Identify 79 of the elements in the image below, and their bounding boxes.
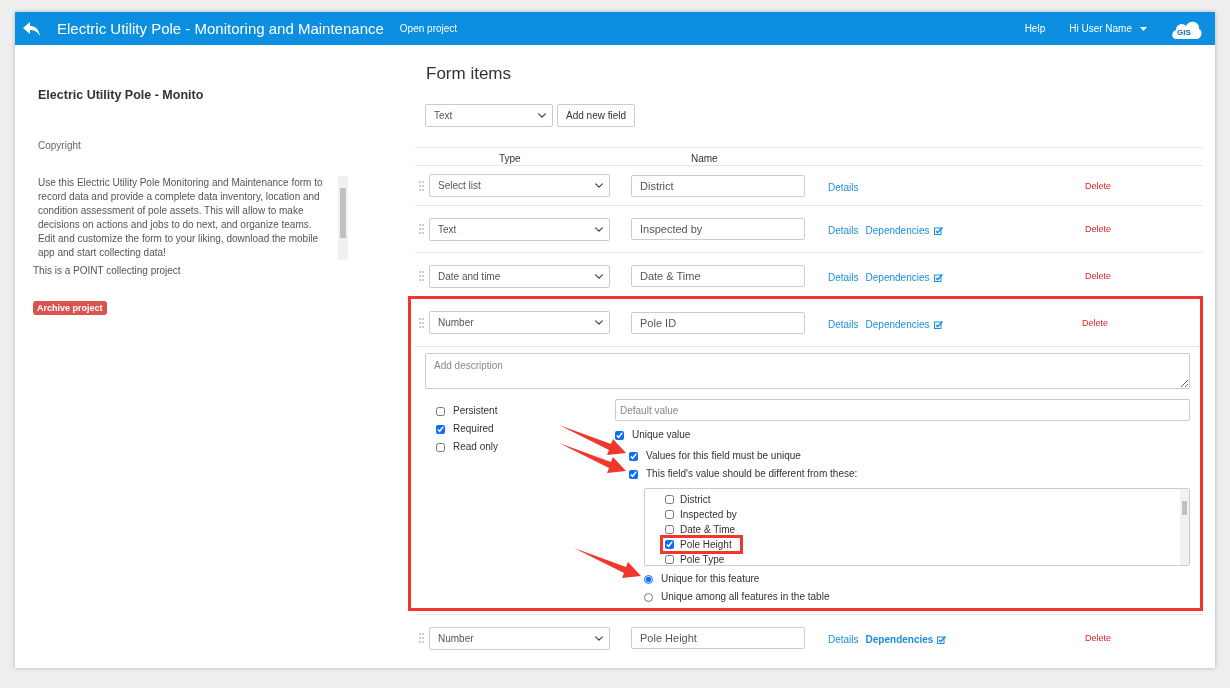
drag-handle[interactable] [419,271,424,281]
field-type-select[interactable]: Select list [429,174,610,197]
column-header: Type [499,153,522,165]
checkbox-label: Pole Height [680,538,732,551]
default-value-input[interactable]: Default value [615,399,1190,421]
checkbox-icon [933,227,943,235]
details-link[interactable]: Details [828,225,859,237]
column-header: Name [691,153,718,165]
section-title: Form items [426,64,512,84]
drag-handle[interactable] [419,317,424,328]
back-icon[interactable] [23,20,41,37]
dependencies-link[interactable]: Dependencies [865,225,943,237]
details-link[interactable]: Details [828,181,859,194]
checkbox[interactable] [615,430,624,440]
project-title: Electric Utility Pole - Monitoring and Maintenance [57,19,384,38]
field-name-input[interactable]: Inspected by [631,218,805,240]
radio-button[interactable] [644,574,653,584]
checkbox[interactable] [436,406,445,416]
radio-label: Unique for this feature [661,573,760,585]
field-type-select[interactable]: Number [429,626,610,650]
scrollbar[interactable] [338,176,348,260]
radio-label: Unique among all features in the table [661,591,830,603]
description-text: Use this Electric Utility Pole Monitoring and Maintenance form to record data and provide a complete data inventory, location and condition assessment of pole assets. This will allow to make decisions on actions and jobs to do next, and organize teams. Edit and customize the form to your liking, download the mobile app and start collecting data! [38,177,323,258]
checkbox-label: Pole Type [680,553,725,565]
field-name-input[interactable]: Date & Time [631,265,805,287]
checkbox[interactable] [665,495,674,504]
checkbox[interactable] [665,540,674,549]
delete-link[interactable]: Delete [1082,316,1108,329]
checkbox[interactable] [665,555,674,564]
field-type-select[interactable]: Date and time [429,264,610,288]
copyright-label: Copyright [38,140,82,152]
dependencies-link[interactable]: Dependencies [865,318,943,331]
scrollbar[interactable] [1180,489,1189,565]
caret-icon [1140,26,1147,31]
details-link[interactable]: Details [828,634,859,646]
checkbox-label: Inspected by [680,508,737,521]
field-type-select[interactable]: Text [429,217,610,241]
checkbox-label: Unique value [632,429,691,441]
archive-button[interactable]: Archive project [33,301,107,315]
help-link[interactable]: Help [1024,22,1046,35]
drag-handle[interactable] [419,633,424,643]
details-link[interactable]: Details [828,272,859,284]
radio-button[interactable] [644,592,653,602]
checkbox-icon [933,320,943,329]
checkbox-label: This field's value should be different from these: [646,468,858,480]
field-name-input[interactable]: Pole ID [631,311,805,334]
field-type-select[interactable]: Number [429,311,610,334]
checkbox-label: Values for this field must be unique [646,450,801,462]
open-project-link[interactable]: Open project [399,22,458,35]
checkbox-label: Required [453,423,494,435]
checkbox-label: Date & Time [680,523,736,536]
drag-handle[interactable] [419,224,424,234]
field-type-select[interactable]: Text [425,104,553,127]
checkbox[interactable] [629,451,638,461]
checkbox-label: Read only [453,441,499,453]
field-name-input[interactable]: District [631,174,805,197]
user-menu[interactable]: Hi User Name [1069,22,1147,35]
checkbox[interactable] [436,424,445,434]
dependencies-link[interactable]: Dependencies [865,272,943,284]
checkbox[interactable] [436,442,445,452]
delete-link[interactable]: Delete [1085,223,1111,235]
dependencies-link[interactable]: Dependencies [865,634,947,646]
checkbox[interactable] [665,525,674,534]
description-textarea[interactable]: Add description [425,353,1190,389]
checkbox[interactable] [665,510,674,519]
checkbox[interactable] [629,469,638,479]
checkbox-label: District [680,493,711,506]
project-name: Electric Utility Pole - Monito [38,88,205,103]
checkbox-icon [937,636,947,644]
add-field-button[interactable]: Add new field [557,104,636,127]
field-name-input[interactable]: Pole Height [631,627,805,649]
collecting-note: This is a POINT collecting project [33,265,182,277]
checkbox-icon [933,274,943,282]
delete-link[interactable]: Delete [1085,632,1111,644]
details-link[interactable]: Details [828,318,859,331]
drag-handle[interactable] [419,180,424,191]
checkbox-label: Persistent [453,405,498,417]
delete-link[interactable]: Delete [1085,179,1111,192]
delete-link[interactable]: Delete [1085,270,1111,282]
